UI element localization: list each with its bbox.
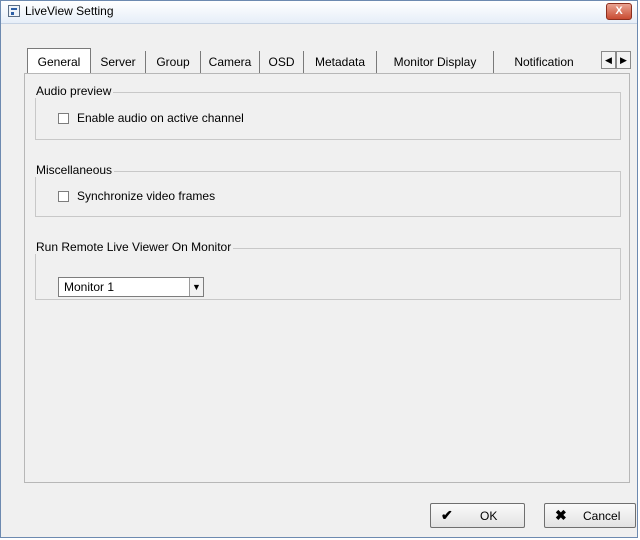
enable-audio-label: Enable audio on active channel: [77, 111, 244, 125]
remote-viewer-title: Run Remote Live Viewer On Monitor: [34, 240, 234, 254]
monitor-select-value: Monitor 1: [64, 280, 115, 294]
tab-group[interactable]: Group: [146, 51, 201, 73]
liveview-setting-window: LiveView Setting X General Server Group …: [0, 0, 638, 538]
sync-video-checkbox[interactable]: [58, 191, 69, 202]
miscellaneous-title: Miscellaneous: [34, 163, 115, 177]
ok-button[interactable]: ✔ OK: [430, 503, 525, 528]
tab-scroll-right-icon[interactable]: ▶: [616, 51, 631, 69]
audio-preview-group: Audio preview Enable audio on active cha…: [34, 84, 621, 140]
x-icon: ✖: [555, 507, 567, 523]
tab-scroll-left-icon[interactable]: ◀: [601, 51, 616, 69]
audio-preview-title: Audio preview: [34, 84, 114, 98]
tab-notification[interactable]: Notification: [494, 51, 594, 73]
remote-viewer-group: Run Remote Live Viewer On Monitor Monito…: [34, 240, 621, 300]
sync-video-option[interactable]: Synchronize video frames: [58, 189, 215, 203]
tab-metadata[interactable]: Metadata: [304, 51, 377, 73]
cancel-label: Cancel: [583, 509, 621, 523]
enable-audio-checkbox[interactable]: [58, 113, 69, 124]
chevron-down-icon[interactable]: ▼: [189, 278, 203, 296]
window-title: LiveView Setting: [25, 4, 114, 18]
title-bar[interactable]: LiveView Setting X: [1, 1, 637, 24]
cancel-button[interactable]: ✖ Cancel: [544, 503, 636, 528]
close-button[interactable]: X: [606, 3, 632, 20]
enable-audio-option[interactable]: Enable audio on active channel: [58, 111, 244, 125]
tab-osd[interactable]: OSD: [260, 51, 304, 73]
app-icon: [8, 5, 20, 17]
general-tab-panel: Audio preview Enable audio on active cha…: [24, 73, 630, 483]
tab-camera[interactable]: Camera: [201, 51, 260, 73]
tab-monitor-display[interactable]: Monitor Display: [377, 51, 494, 73]
sync-video-label: Synchronize video frames: [77, 189, 216, 203]
tab-server[interactable]: Server: [91, 51, 146, 73]
miscellaneous-group: Miscellaneous Synchronize video frames: [34, 163, 621, 217]
ok-label: OK: [480, 509, 498, 523]
tab-general[interactable]: General: [27, 48, 91, 74]
check-icon: ✔: [441, 507, 453, 523]
monitor-select[interactable]: Monitor 1 ▼: [58, 277, 204, 297]
